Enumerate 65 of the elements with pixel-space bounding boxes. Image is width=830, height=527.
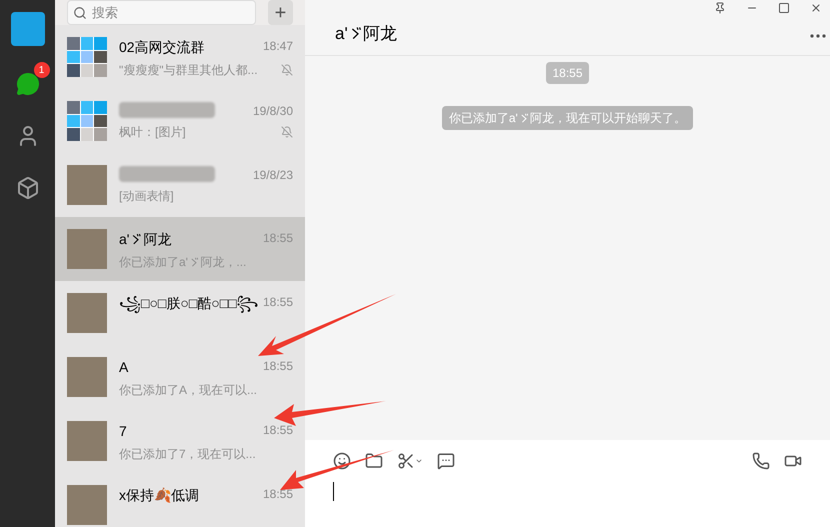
phone-icon <box>752 452 770 470</box>
system-message: 你已添加了a' 阿龙，现在可以开始聊天了。 <box>442 106 694 130</box>
kana-mark-icon <box>190 256 198 268</box>
chat-time: 18:55 <box>262 294 293 310</box>
more-icon <box>810 34 826 38</box>
smiley-icon <box>333 452 351 470</box>
screenshot-button[interactable] <box>397 452 423 470</box>
chat-preview: 你已添加了7，现在可以... <box>119 446 256 462</box>
avatar-photo-placeholder <box>67 485 107 525</box>
chat-name: 7 <box>119 422 127 440</box>
group-avatar <box>67 101 107 141</box>
voice-call-button[interactable] <box>752 452 770 470</box>
chat-name: ꧁□○□朕○□酷○□□꧂ <box>119 292 259 314</box>
chat-time: 18:55 <box>262 230 293 246</box>
avatar-photo-placeholder <box>67 421 107 461</box>
emoji-button[interactable] <box>333 452 351 470</box>
maximize-icon <box>778 2 790 14</box>
close-icon <box>810 2 822 14</box>
chat-name: a' 阿龙 <box>119 230 172 248</box>
pin-button[interactable] <box>714 2 726 14</box>
chat-name: 02高网交流群 <box>119 38 205 56</box>
unread-badge: 1 <box>34 62 50 78</box>
chat-history-button[interactable] <box>437 452 455 470</box>
folder-icon <box>365 452 383 470</box>
chat-preview: [动画表情] <box>119 188 174 205</box>
caret-icon <box>415 457 423 465</box>
chat-preview: 你已添加了a' 阿龙，... <box>119 254 246 270</box>
avatar-photo-placeholder <box>67 229 107 269</box>
message-time: 18:55 <box>546 62 589 84</box>
close-button[interactable] <box>810 2 822 14</box>
chat-title: a' 阿龙 <box>335 23 397 45</box>
chat-list-item[interactable]: 02高网交流群 18:47 "瘦瘦瘦"与群里其他人都... <box>55 25 305 89</box>
kana-mark-icon <box>520 112 528 124</box>
group-avatar <box>67 37 107 77</box>
text-cursor <box>333 482 334 501</box>
chat-time: 18:47 <box>262 38 293 54</box>
chat-list-item[interactable]: a' 阿龙 18:55 你已添加了a' 阿龙，... <box>55 217 305 281</box>
chat-name: x保持🍂低调 <box>119 486 199 505</box>
kana-mark-icon <box>131 232 142 246</box>
speech-bubble-icon <box>437 452 455 470</box>
scissors-icon <box>397 452 415 470</box>
chat-list-item[interactable]: ꧁□○□朕○□酷○□□꧂ 18:55 <box>55 281 305 345</box>
chat-preview: "瘦瘦瘦"与群里其他人都... <box>119 62 258 78</box>
chat-preview: 你已添加了A，现在可以... <box>119 382 258 398</box>
file-button[interactable] <box>365 452 383 470</box>
pin-icon <box>714 2 726 14</box>
chat-time: 19/8/23 <box>252 167 293 184</box>
chat-list-item[interactable]: A 18:55 你已添加了A，现在可以... <box>55 345 305 409</box>
chat-time: 19/8/30 <box>252 103 293 120</box>
chat-time: 18:55 <box>262 486 293 502</box>
maximize-button[interactable] <box>778 2 790 14</box>
search-icon <box>73 6 87 20</box>
add-button[interactable]: + <box>268 0 293 25</box>
chat-time: 18:55 <box>262 422 293 438</box>
search-field[interactable]: 搜索 <box>67 0 256 25</box>
chat-preview: 枫叶：[图片] <box>119 124 186 141</box>
chat-name: A <box>119 358 128 376</box>
chat-time: 18:55 <box>262 358 293 374</box>
avatar-photo-placeholder <box>67 357 107 397</box>
chat-list-item[interactable]: x保持🍂低调 18:55 <box>55 473 305 527</box>
profile-avatar[interactable] <box>10 12 44 46</box>
avatar-photo-placeholder <box>67 165 107 205</box>
chat-list-item[interactable]: 7 18:55 你已添加了7，现在可以... <box>55 409 305 473</box>
kana-mark-icon <box>350 25 361 41</box>
avatar-photo-placeholder <box>67 293 107 333</box>
